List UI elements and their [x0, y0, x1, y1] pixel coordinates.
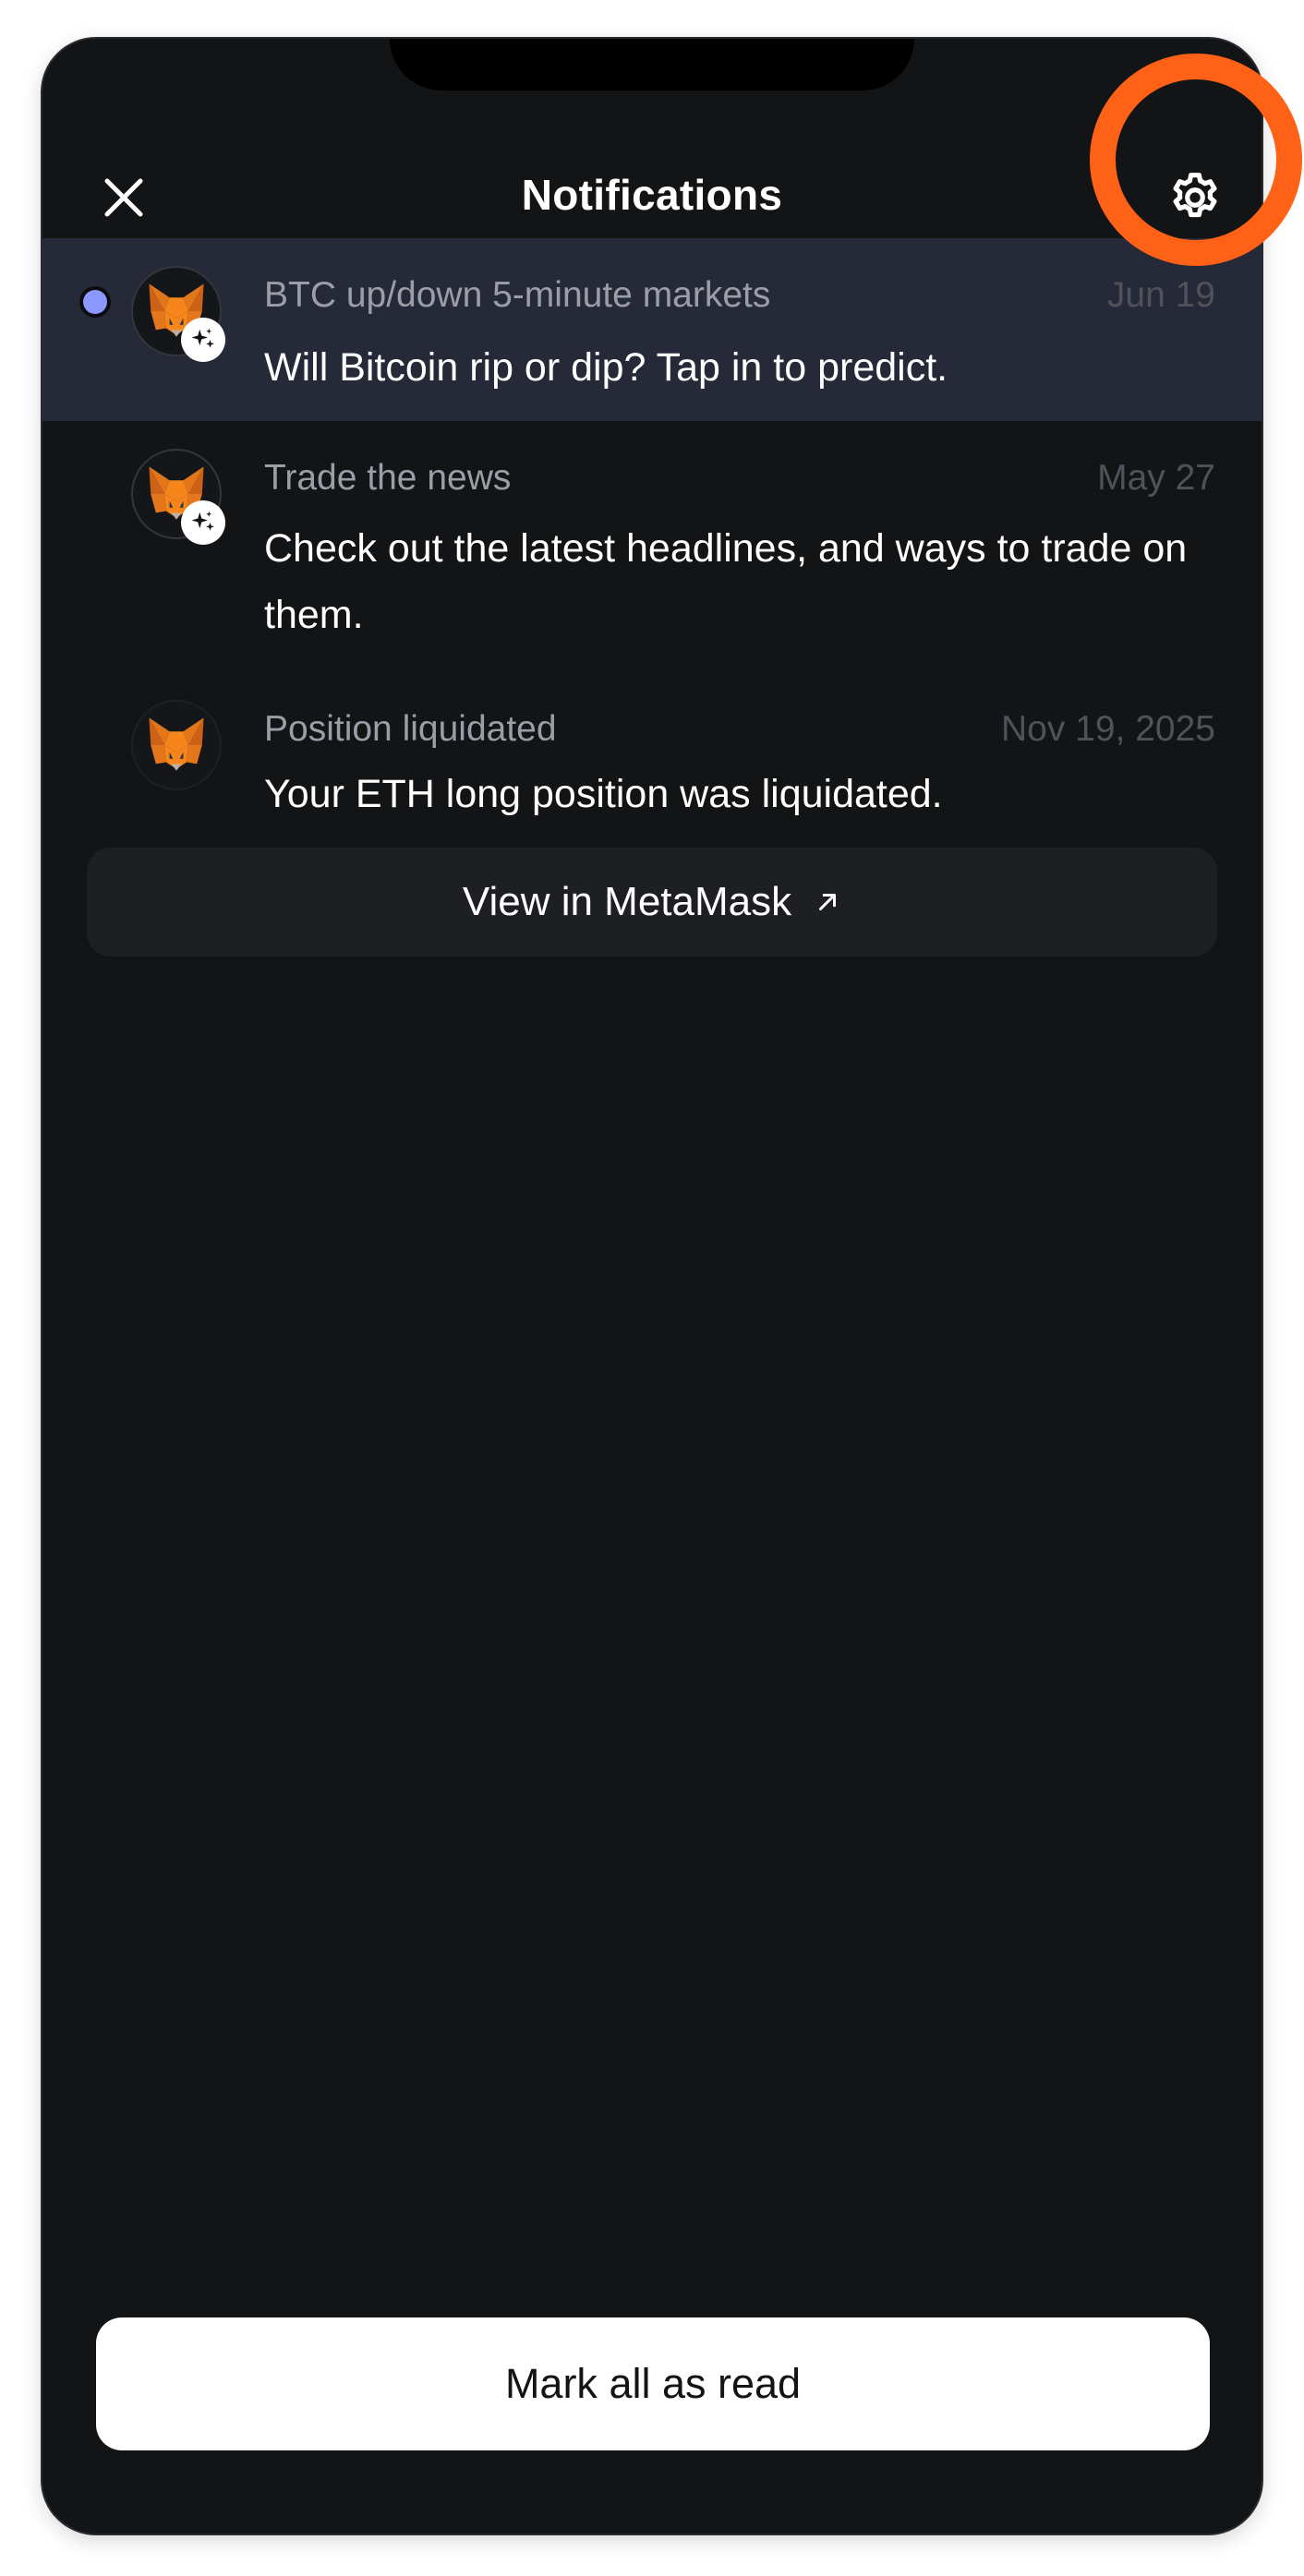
notification-title: Position liquidated: [264, 709, 557, 749]
notification-date: Nov 19, 2025: [1000, 709, 1215, 749]
external-arrow-icon: [814, 888, 841, 916]
notification-title: BTC up/down 5-minute markets: [264, 275, 771, 315]
notification-body: Your ETH long position was liquidated.: [264, 772, 943, 816]
notification-title: Trade the news: [264, 458, 512, 498]
view-in-metamask-button[interactable]: View in MetaMask: [87, 848, 1217, 957]
mark-all-read-label: Mark all as read: [504, 2360, 802, 2407]
page-title: Notifications: [521, 171, 783, 219]
notification-badge: [181, 318, 225, 362]
settings-button[interactable]: [1154, 157, 1236, 238]
notification-body: Check out the latest headlines, and ways…: [264, 526, 1188, 637]
mark-all-read-button[interactable]: Mark all as read: [96, 2317, 1210, 2450]
notification-item[interactable]: Position liquidated Nov 19, 2025 Your ET…: [42, 672, 1262, 829]
notification-body: Will Bitcoin rip or dip? Tap in to predi…: [264, 345, 948, 390]
notification-item[interactable]: BTC up/down 5-minute markets Jun 19 Will…: [42, 238, 1262, 421]
sparkle-icon: [191, 328, 214, 348]
sparkle-icon: [191, 511, 214, 531]
notification-date: Jun 19: [1106, 275, 1215, 315]
app-screen: Notifications BTC up/down 5-minute marke…: [42, 39, 1262, 2534]
notification-avatar: [131, 700, 222, 790]
notification-date: May 27: [1097, 458, 1215, 498]
notification-badge: [181, 500, 225, 545]
notification-list: BTC up/down 5-minute markets Jun 19 Will…: [42, 238, 1262, 829]
metamask-fox-icon: [149, 717, 204, 771]
view-in-metamask-label: View in MetaMask: [462, 879, 792, 924]
gear-icon: [1173, 173, 1217, 218]
device-notch: [390, 39, 914, 90]
notification-item[interactable]: Trade the news May 27 Check out the late…: [42, 421, 1262, 672]
unread-indicator: [83, 290, 107, 314]
